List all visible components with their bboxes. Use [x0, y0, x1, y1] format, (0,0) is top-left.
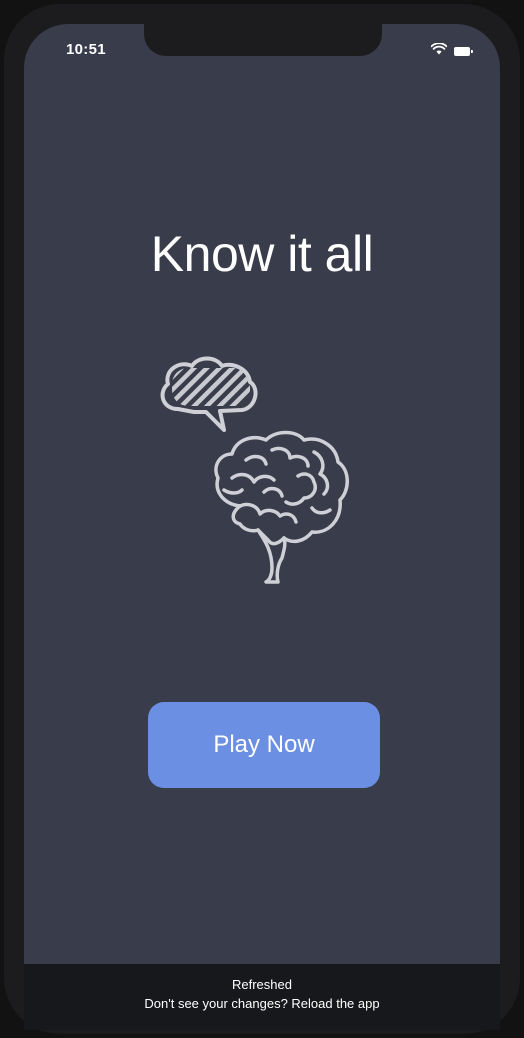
speech-bubble-icon	[160, 356, 258, 432]
refresh-toast[interactable]: Refreshed Don't see your changes? Reload…	[24, 964, 500, 1030]
status-icons	[430, 42, 473, 60]
toast-title: Refreshed	[232, 977, 292, 992]
wifi-icon	[430, 42, 448, 60]
device-notch	[144, 24, 382, 56]
status-time: 10:51	[66, 41, 106, 58]
toast-message: Don't see your changes? Reload the app	[144, 996, 380, 1011]
brain-icon	[214, 430, 349, 584]
app-screen: 10:51 Know it all Play Now	[24, 24, 500, 1014]
play-now-button[interactable]: Play Now	[148, 702, 380, 788]
quiz-illustration	[160, 356, 349, 584]
battery-icon	[454, 46, 473, 56]
app-title: Know it all	[150, 226, 374, 282]
